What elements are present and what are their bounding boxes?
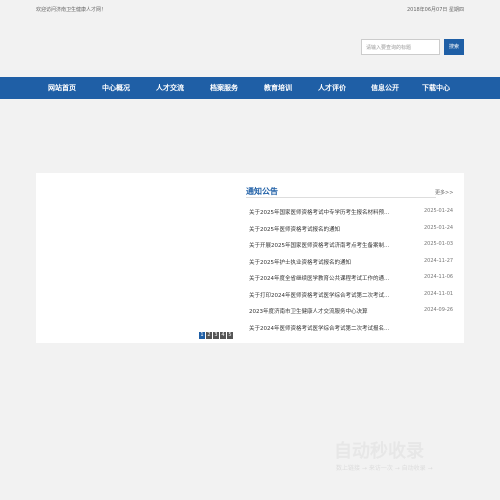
watermark-logo: 自动秒收录 (334, 441, 424, 462)
notice-list: 关于2025年国家医师资格考试中专学历考生报名材料预... 2025-01-24 … (249, 208, 459, 340)
welcome-text: 欢迎访问济南卫生健康人才网！ (36, 7, 107, 13)
nav-item-info-public[interactable]: 信息公开 (363, 77, 407, 99)
notice-date: 2024-11-01 (424, 290, 454, 297)
nav-item-talent-exchange[interactable]: 人才交流 (148, 77, 192, 99)
notice-item[interactable]: 关于2024年医师资格考试医学综合考试第二次考试报名... (249, 324, 459, 341)
notices-heading: 通知公告 (246, 187, 278, 196)
search-input[interactable]: 请输入要查询的标题 (361, 39, 440, 55)
notice-item[interactable]: 关于2025年医师资格考试报名的通知 2025-01-24 (249, 225, 459, 242)
pager-button-1[interactable]: 1 (199, 332, 205, 339)
search-button[interactable]: 搜索 (444, 39, 464, 55)
pager-button-5[interactable]: 5 (227, 332, 233, 339)
notice-title[interactable]: 关于打印2024年医师资格考试医学综合考试第二次考试... (249, 291, 399, 299)
main-nav: 网站首页 中心概况 人才交流 档案服务 教育培训 人才评价 信息公开 下载中心 (0, 77, 500, 99)
notice-item[interactable]: 关于2024年度全省继续医学教育公共课程考试工作的通... 2024-11-06 (249, 274, 459, 291)
notice-title[interactable]: 关于开展2025年国家医师资格考试济南考点考生备案制... (249, 241, 399, 249)
nav-item-download-center[interactable]: 下载中心 (414, 77, 458, 99)
divider (246, 197, 436, 198)
notice-date: 2025-01-03 (424, 241, 454, 247)
notice-item[interactable]: 关于打印2024年医师资格考试医学综合考试第二次考试... 2024-11-01 (249, 291, 459, 308)
slideshow-pager: 1 2 3 4 5 (199, 332, 233, 339)
notice-title[interactable]: 2023年度济南市卫生健康人才交流服务中心决算 (249, 307, 399, 315)
notice-item[interactable]: 关于2025年护士执业资格考试报名的通知 2024-11-27 (249, 258, 459, 275)
notice-title[interactable]: 关于2025年国家医师资格考试中专学历考生报名材料预... (249, 208, 399, 216)
current-date: 2018年06月07日 星期四 (406, 7, 464, 13)
watermark-tagline: 数上链接 → 来访一次 → 自动收录 → (336, 465, 433, 472)
image-slideshow[interactable]: 1 2 3 4 5 (36, 173, 235, 343)
notice-item[interactable]: 关于开展2025年国家医师资格考试济南考点考生备案制... 2025-01-03 (249, 241, 459, 258)
pager-button-4[interactable]: 4 (220, 332, 226, 339)
notices-more-link[interactable]: 更多>> (435, 189, 453, 196)
notice-date: 2024-11-27 (424, 257, 454, 264)
notice-title[interactable]: 关于2024年医师资格考试医学综合考试第二次考试报名... (249, 324, 399, 332)
nav-item-talent-evaluation[interactable]: 人才评价 (310, 77, 354, 99)
pager-button-3[interactable]: 3 (213, 332, 219, 339)
notice-item[interactable]: 2023年度济南市卫生健康人才交流服务中心决算 2024-09-26 (249, 307, 459, 324)
content-panel: 1 2 3 4 5 通知公告 更多>> 关于2025年国家医师资格考试中专学历考… (36, 173, 464, 343)
notice-title[interactable]: 关于2024年度全省继续医学教育公共课程考试工作的通... (249, 274, 399, 282)
notice-title[interactable]: 关于2025年护士执业资格考试报名的通知 (249, 258, 399, 266)
notice-date: 2025-01-24 (424, 224, 454, 231)
top-bar: 欢迎访问济南卫生健康人才网！ 2018年06月07日 星期四 (0, 0, 500, 20)
nav-item-archive-service[interactable]: 档案服务 (202, 77, 246, 99)
notice-date: 2025-01-24 (424, 208, 454, 214)
nav-item-overview[interactable]: 中心概况 (94, 77, 138, 99)
nav-item-home[interactable]: 网站首页 (40, 77, 84, 99)
pager-button-2[interactable]: 2 (206, 332, 212, 339)
notice-title[interactable]: 关于2025年医师资格考试报名的通知 (249, 225, 399, 233)
notice-date: 2024-09-26 (424, 307, 454, 313)
notice-date: 2024-11-06 (424, 274, 454, 280)
nav-item-education-training[interactable]: 教育培训 (256, 77, 300, 99)
notice-item[interactable]: 关于2025年国家医师资格考试中专学历考生报名材料预... 2025-01-24 (249, 208, 459, 225)
